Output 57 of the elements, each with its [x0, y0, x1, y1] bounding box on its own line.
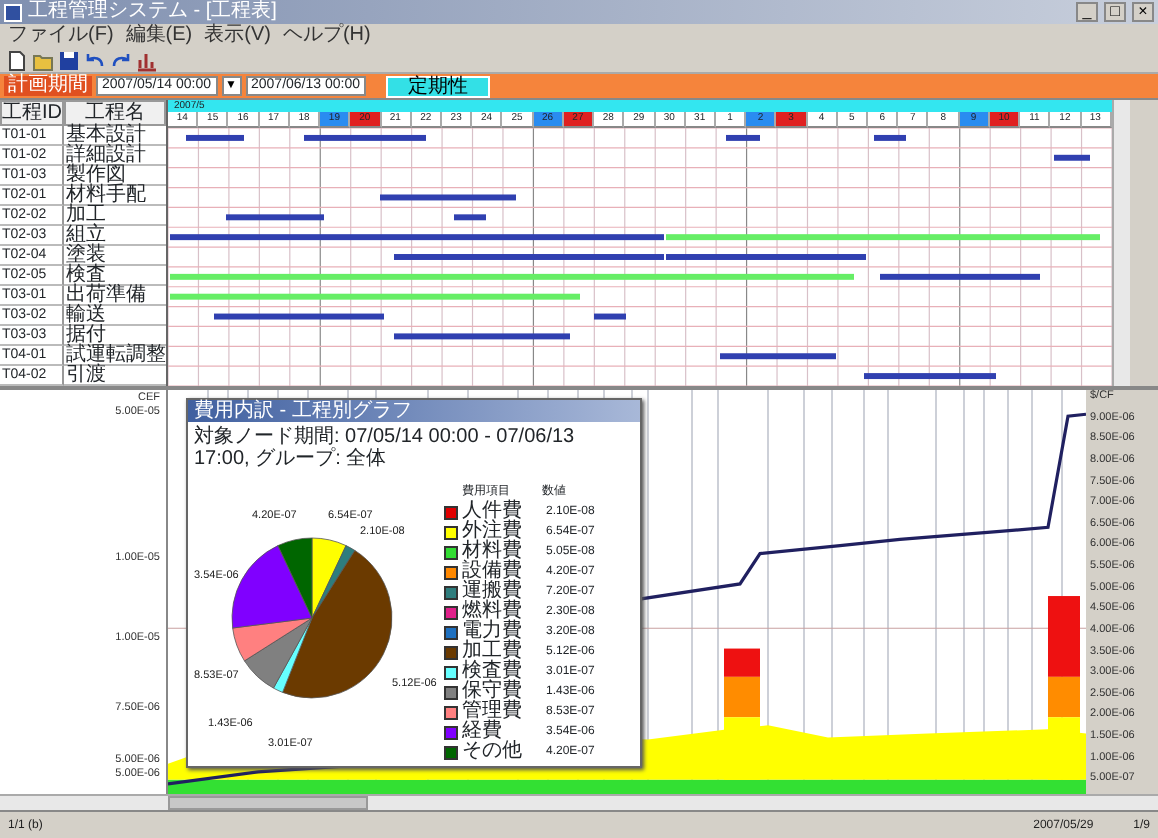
legend-label: その他 [462, 742, 524, 762]
save-icon[interactable] [58, 49, 80, 71]
window-title: 工程管理システム - [工程表] [28, 2, 279, 22]
task-bar [1054, 154, 1090, 161]
table-cell: 検査 [64, 266, 166, 286]
table-cell: 詳細設計 [64, 146, 166, 166]
column-header: 工程ID [0, 100, 64, 126]
task-bar [454, 214, 486, 221]
task-bar [304, 134, 426, 141]
app-icon [4, 3, 22, 21]
task-bar [594, 313, 626, 320]
menu-item[interactable]: 編集(E) [125, 26, 193, 46]
legend-label: 燃料費 [462, 602, 524, 622]
menu-item[interactable]: 表示(V) [204, 26, 271, 46]
table-cell: 基本設計 [64, 126, 166, 146]
maximize-button[interactable]: □ [1104, 2, 1126, 22]
table-cell: 材料手配 [64, 186, 166, 206]
chart-icon[interactable] [136, 49, 158, 71]
window-title: 費用内訳 - 工程別グラフ [188, 400, 640, 422]
legend-label: 加工費 [462, 642, 524, 662]
legend-label: 管理費 [462, 702, 524, 722]
legend-label: 設備費 [462, 562, 524, 582]
legend-label: 経費 [462, 722, 502, 742]
undo-icon[interactable] [84, 49, 106, 71]
task-bar [380, 194, 516, 201]
table-cell: 出荷準備 [64, 286, 166, 306]
period-label: 計画期間 [4, 76, 92, 96]
table-cell: 塗装 [64, 246, 166, 266]
legend-label: 人件費 [462, 502, 524, 522]
redo-icon[interactable] [110, 49, 132, 71]
legend-label: 保守費 [462, 682, 524, 702]
close-button[interactable]: × [1132, 2, 1154, 22]
table-cell: 加工 [64, 206, 166, 226]
scrollbar-thumb[interactable] [168, 796, 368, 810]
table-cell: 製作図 [64, 166, 166, 186]
task-bar [874, 134, 906, 141]
legend-label: 材料費 [462, 542, 524, 562]
legend-label: 外注費 [462, 522, 524, 542]
legend-label: 電力費 [462, 622, 524, 642]
table-cell: 据付 [64, 326, 166, 346]
scrollbar[interactable] [1112, 100, 1130, 386]
table-cell: 組立 [64, 226, 166, 246]
task-bar [726, 134, 760, 141]
chart-subtitle: 対象ノード期間: 07/05/14 00:00 - 07/06/13 17:00, グループ: 全体 [192, 423, 577, 474]
table-cell: 試運転調整 [64, 346, 166, 366]
legend-label: 検査費 [462, 662, 524, 682]
task-bar [720, 353, 836, 360]
filter-button[interactable]: 定期性 [386, 75, 490, 97]
minimize-button[interactable]: _ [1076, 2, 1098, 22]
legend-label: 運搬費 [462, 582, 524, 602]
task-bar [864, 373, 996, 380]
task-bar [186, 134, 244, 141]
menu-item[interactable]: ファイル(F) [8, 26, 114, 46]
table-cell: 輸送 [64, 306, 166, 326]
column-header: 工程名 [64, 100, 166, 126]
task-bar [226, 214, 324, 221]
menu-item[interactable]: ヘルプ(H) [282, 26, 371, 46]
